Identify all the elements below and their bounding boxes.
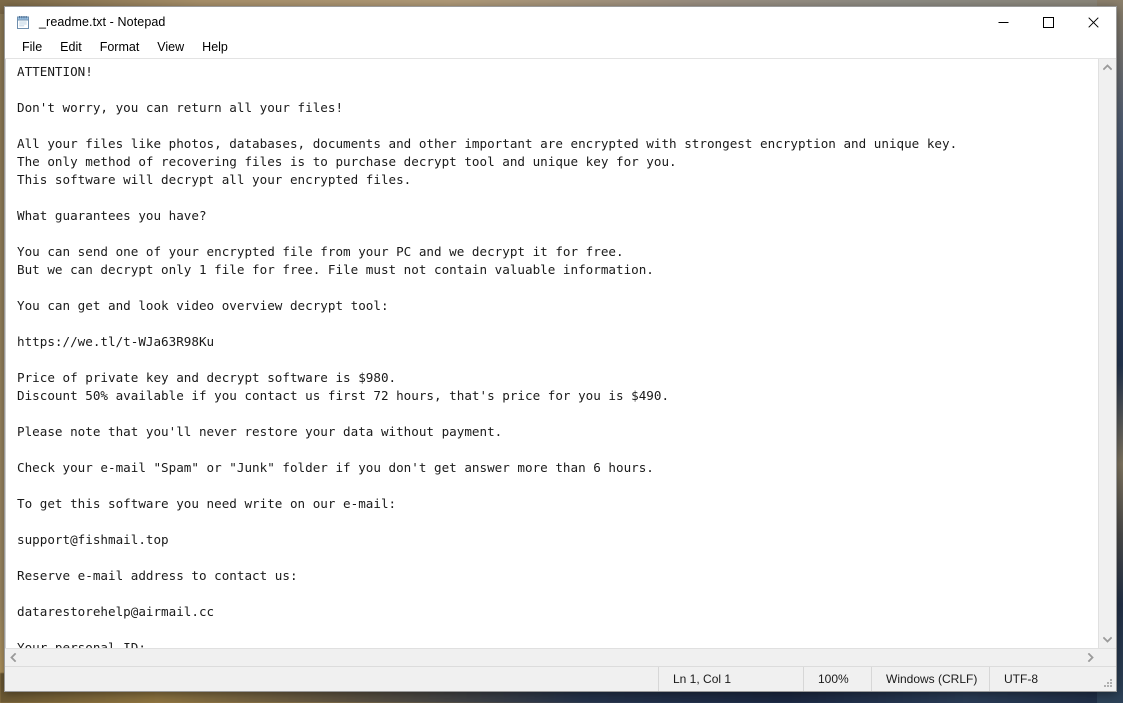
scroll-up-arrow[interactable] xyxy=(1099,59,1116,76)
minimize-button[interactable] xyxy=(981,7,1026,37)
menu-bar: File Edit Format View Help xyxy=(5,37,1116,58)
menu-item-format[interactable]: Format xyxy=(91,38,149,57)
window-controls xyxy=(981,7,1116,37)
notepad-icon xyxy=(15,14,31,30)
scroll-left-arrow[interactable] xyxy=(5,649,22,666)
resize-grip[interactable] xyxy=(1099,667,1116,691)
maximize-button[interactable] xyxy=(1026,7,1071,37)
menu-item-edit[interactable]: Edit xyxy=(51,38,91,57)
close-icon xyxy=(1088,16,1099,28)
horizontal-scrollbar-row xyxy=(5,648,1116,666)
chevron-right-icon xyxy=(1087,653,1094,662)
text-region: ATTENTION! Don't worry, you can return a… xyxy=(5,58,1116,648)
menu-item-help[interactable]: Help xyxy=(193,38,237,57)
title-bar[interactable]: _readme.txt - Notepad xyxy=(5,7,1116,37)
resize-grip-icon xyxy=(1104,679,1112,687)
menu-item-view[interactable]: View xyxy=(148,38,193,57)
vertical-scrollbar[interactable] xyxy=(1098,59,1116,648)
notepad-window: _readme.txt - Notepad File Edit Format V… xyxy=(4,6,1117,692)
horizontal-scrollbar[interactable] xyxy=(5,649,1099,666)
scrollbar-corner xyxy=(1099,649,1116,666)
scroll-right-arrow[interactable] xyxy=(1082,649,1099,666)
status-line-ending[interactable]: Windows (CRLF) xyxy=(871,667,989,691)
minimize-icon xyxy=(998,21,1009,23)
scroll-down-arrow[interactable] xyxy=(1099,631,1116,648)
menu-item-file[interactable]: File xyxy=(13,38,51,57)
status-bar: Ln 1, Col 1 100% Windows (CRLF) UTF-8 xyxy=(5,666,1116,691)
close-button[interactable] xyxy=(1071,7,1116,37)
status-encoding[interactable]: UTF-8 xyxy=(989,667,1099,691)
status-cursor-position: Ln 1, Col 1 xyxy=(658,667,803,691)
chevron-down-icon xyxy=(1103,636,1112,643)
document-body: ATTENTION! Don't worry, you can return a… xyxy=(17,64,958,648)
text-editor[interactable]: ATTENTION! Don't worry, you can return a… xyxy=(5,59,1098,648)
maximize-icon xyxy=(1043,16,1054,28)
chevron-left-icon xyxy=(10,653,17,662)
status-zoom-level[interactable]: 100% xyxy=(803,667,871,691)
chevron-up-icon xyxy=(1103,64,1112,71)
window-title: _readme.txt - Notepad xyxy=(39,15,166,29)
